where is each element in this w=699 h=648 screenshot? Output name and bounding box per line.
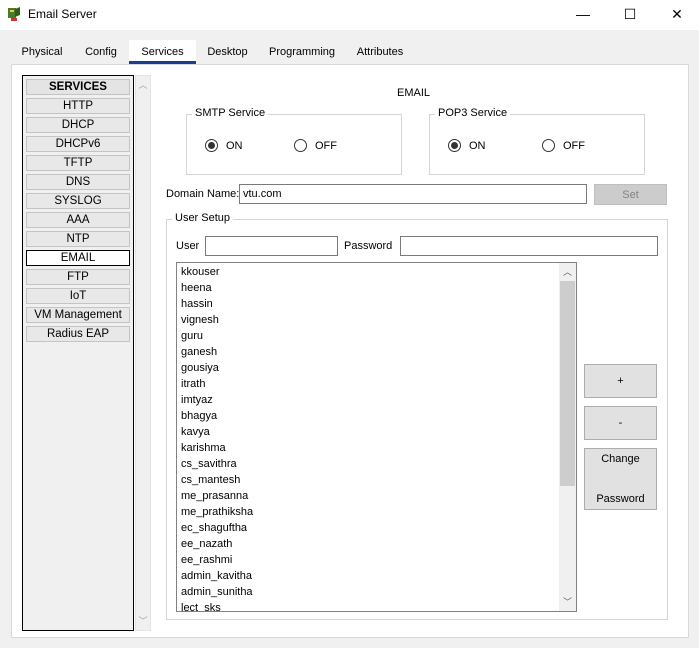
user-list-item[interactable]: hassin — [181, 296, 213, 312]
tab-attributes[interactable]: Attributes — [349, 40, 411, 64]
user-list-item[interactable]: ee_rashmi — [181, 552, 232, 568]
window-title: Email Server — [28, 7, 97, 21]
pop3-off-radio[interactable]: OFF — [542, 139, 585, 152]
remove-user-button[interactable]: - — [584, 406, 657, 440]
user-list-item[interactable]: lect_sks — [181, 600, 221, 611]
user-list-item[interactable]: admin_kavitha — [181, 568, 252, 584]
smtp-service-label: SMTP Service — [192, 107, 269, 119]
title-bar: Email Server — ☐ ✕ — [0, 0, 699, 30]
email-section-title: EMAIL — [397, 87, 431, 99]
change-password-button[interactable]: Change Password — [584, 448, 657, 510]
password-input[interactable] — [400, 236, 658, 256]
user-list-item[interactable]: ec_shaguftha — [181, 520, 247, 536]
tab-services[interactable]: Services — [129, 40, 196, 64]
user-list-item[interactable]: itrath — [181, 376, 205, 392]
service-item-vm-management[interactable]: VM Management — [26, 307, 130, 323]
user-list-item[interactable]: imtyaz — [181, 392, 213, 408]
service-item-email[interactable]: EMAIL — [26, 250, 130, 266]
service-item-iot[interactable]: IoT — [26, 288, 130, 304]
user-list-item[interactable]: kkouser — [181, 264, 220, 280]
radio-selected-icon — [205, 139, 218, 152]
tab-programming[interactable]: Programming — [263, 40, 341, 64]
smtp-on-label: ON — [226, 139, 243, 152]
service-item-dns[interactable]: DNS — [26, 174, 130, 190]
smtp-off-label: OFF — [315, 139, 337, 152]
user-list-item[interactable]: admin_sunitha — [181, 584, 253, 600]
radio-unselected-icon — [542, 139, 555, 152]
service-item-syslog[interactable]: SYSLOG — [26, 193, 130, 209]
domain-name-label: Domain Name: — [166, 188, 240, 200]
user-list-item[interactable]: heena — [181, 280, 212, 296]
maximize-button[interactable]: ☐ — [607, 0, 653, 28]
minimize-icon: — — [576, 6, 590, 22]
change-password-label-line2: Password — [596, 493, 645, 505]
user-list-item[interactable]: vignesh — [181, 312, 219, 328]
chevron-down-icon[interactable]: ﹀ — [559, 595, 576, 608]
radio-selected-icon — [448, 139, 461, 152]
user-list-item[interactable]: gousiya — [181, 360, 219, 376]
tab-config[interactable]: Config — [78, 40, 124, 64]
set-domain-button[interactable]: Set — [594, 184, 667, 205]
smtp-off-radio[interactable]: OFF — [294, 139, 337, 152]
service-item-ntp[interactable]: NTP — [26, 231, 130, 247]
chevron-down-icon[interactable]: ﹀ — [136, 614, 150, 627]
service-item-tftp[interactable]: TFTP — [26, 155, 130, 171]
domain-name-input[interactable]: vtu.com — [239, 184, 587, 204]
user-list-item[interactable]: me_prasanna — [181, 488, 248, 504]
user-setup-label: User Setup — [172, 212, 234, 224]
user-list-item[interactable]: kavya — [181, 424, 210, 440]
service-item-radius-eap[interactable]: Radius EAP — [26, 326, 130, 342]
user-label: User — [176, 240, 200, 252]
user-list: kkouser heena hassin vignesh guru ganesh… — [176, 262, 577, 612]
user-list-item[interactable]: ee_nazath — [181, 536, 232, 552]
pop3-on-label: ON — [469, 139, 486, 152]
smtp-on-radio[interactable]: ON — [205, 139, 243, 152]
radio-unselected-icon — [294, 139, 307, 152]
service-item-dhcpv6[interactable]: DHCPv6 — [26, 136, 130, 152]
close-button[interactable]: ✕ — [654, 0, 699, 28]
services-list: SERVICES HTTP DHCP DHCPv6 TFTP DNS SYSLO… — [22, 75, 134, 631]
pop3-on-radio[interactable]: ON — [448, 139, 486, 152]
service-item-http[interactable]: HTTP — [26, 98, 130, 114]
service-item-dhcp[interactable]: DHCP — [26, 117, 130, 133]
user-list-item[interactable]: karishma — [181, 440, 226, 456]
scrollbar-thumb[interactable] — [560, 281, 575, 486]
services-list-scrollbar[interactable]: ︿ ﹀ — [135, 75, 151, 631]
user-input[interactable] — [205, 236, 338, 256]
minimize-button[interactable]: — — [560, 0, 606, 28]
user-list-item[interactable]: me_prathiksha — [181, 504, 253, 520]
change-password-label-line1: Change — [601, 453, 640, 465]
pop3-service-label: POP3 Service — [435, 107, 511, 119]
tab-desktop[interactable]: Desktop — [200, 40, 255, 64]
user-list-item[interactable]: cs_savithra — [181, 456, 237, 472]
user-list-scrollbar[interactable]: ︿ ﹀ — [559, 263, 576, 611]
add-user-button[interactable]: + — [584, 364, 657, 398]
maximize-icon: ☐ — [623, 5, 637, 22]
packet-tracer-server-icon — [8, 7, 20, 21]
tab-physical[interactable]: Physical — [10, 40, 74, 64]
user-list-item[interactable]: bhagya — [181, 408, 217, 424]
chevron-up-icon[interactable]: ︿ — [559, 265, 576, 278]
pop3-off-label: OFF — [563, 139, 585, 152]
user-list-item[interactable]: cs_mantesh — [181, 472, 240, 488]
user-list-item[interactable]: guru — [181, 328, 203, 344]
chevron-up-icon[interactable]: ︿ — [136, 78, 150, 91]
password-label: Password — [344, 240, 393, 252]
services-list-header: SERVICES — [26, 79, 130, 95]
close-icon: ✕ — [671, 5, 683, 22]
service-item-aaa[interactable]: AAA — [26, 212, 130, 228]
service-item-ftp[interactable]: FTP — [26, 269, 130, 285]
user-list-item[interactable]: ganesh — [181, 344, 217, 360]
